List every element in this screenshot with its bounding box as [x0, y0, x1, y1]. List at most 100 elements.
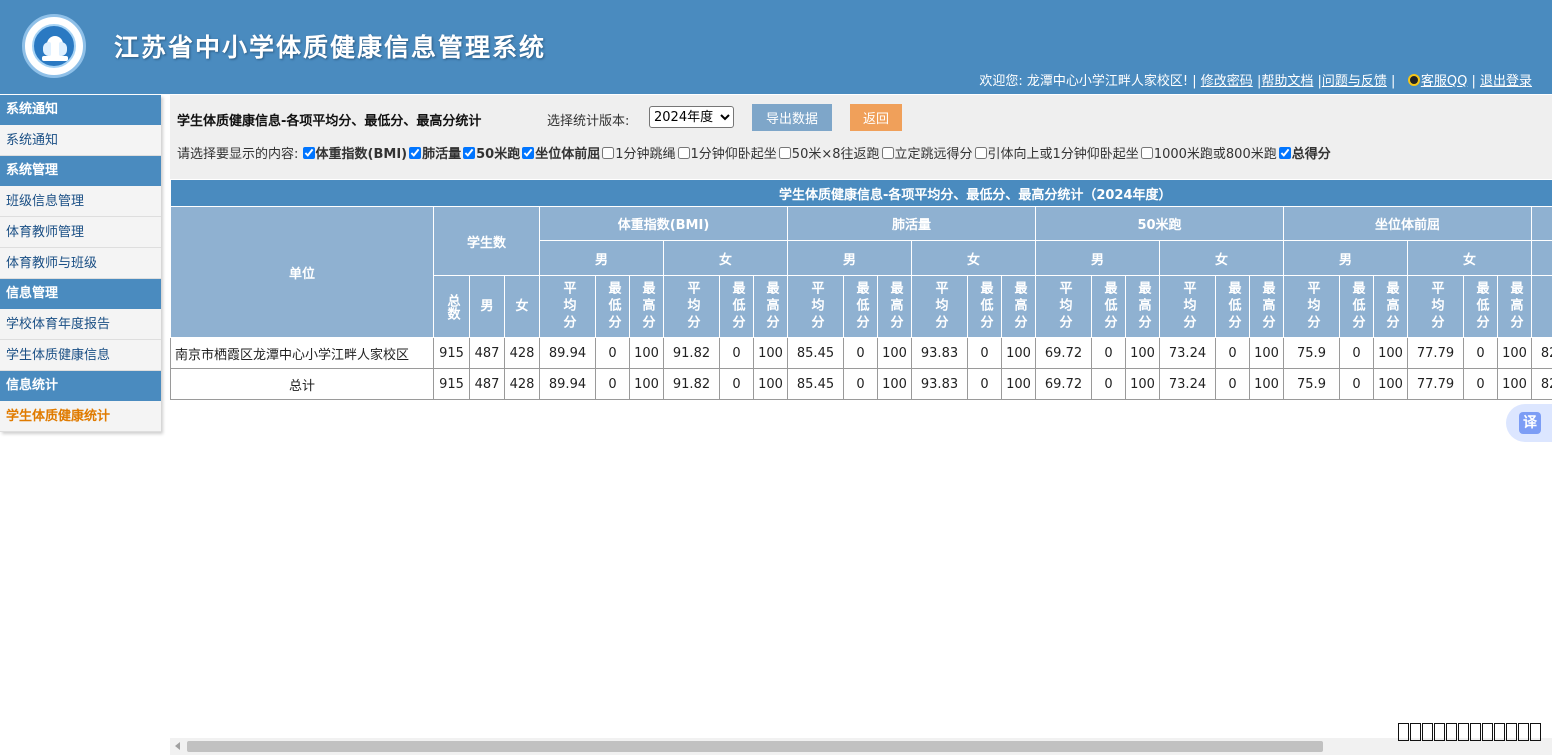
- site-title: 江苏省中小学体质健康信息管理系统: [114, 33, 547, 62]
- option-checkbox[interactable]: [1140, 147, 1153, 159]
- change-password-link[interactable]: 修改密码: [1201, 74, 1253, 89]
- value-cell: 100: [1001, 368, 1036, 400]
- option-3[interactable]: 坐位体前屈: [522, 143, 600, 162]
- sidebar-item-student-health[interactable]: 学生体质健康信息: [0, 340, 161, 371]
- value-cell: 100: [1373, 368, 1408, 400]
- metric-header: 最高分: [1001, 275, 1036, 338]
- option-2[interactable]: 50米跑: [463, 143, 520, 162]
- gender-header: 男: [1283, 240, 1408, 276]
- option-checkbox[interactable]: [302, 147, 315, 159]
- value-cell: 82.57: [1531, 337, 1552, 369]
- metric-header: 最低分: [595, 275, 630, 338]
- help-docs-link[interactable]: 帮助文档: [1261, 74, 1313, 89]
- gender-header: 男: [1531, 240, 1552, 276]
- sidebar-item-pe-teachers[interactable]: 体育教师管理: [0, 217, 161, 248]
- gender-header: 男: [1035, 240, 1160, 276]
- horizontal-scrollbar[interactable]: [170, 738, 1552, 755]
- sidebar-group-stats[interactable]: 信息统计: [0, 371, 161, 401]
- sidebar-group-notice[interactable]: 系统通知: [0, 95, 161, 125]
- metric-header: 平均分: [911, 275, 968, 338]
- option-label: 体重指数(BMI): [315, 147, 408, 162]
- metric-header: 最高分: [629, 275, 664, 338]
- sidebar-item-system-notice[interactable]: 系统通知: [0, 125, 161, 156]
- option-10[interactable]: 总得分: [1278, 143, 1331, 162]
- count-subheader: 总数: [433, 275, 470, 338]
- value-cell: 93.83: [911, 337, 968, 369]
- option-checkbox[interactable]: [522, 147, 535, 159]
- gender-header: 男: [539, 240, 664, 276]
- scroll-left-icon[interactable]: [175, 742, 180, 750]
- logout-link[interactable]: 退出登录: [1480, 74, 1532, 89]
- option-checkbox[interactable]: [409, 147, 422, 159]
- missing-glyph-boxes: [1398, 723, 1542, 745]
- group-header: 50米跑: [1035, 206, 1284, 241]
- metric-header: 最低分: [1463, 275, 1498, 338]
- value-cell: 0: [1215, 368, 1250, 400]
- metric-header: 平均分: [539, 275, 596, 338]
- version-select[interactable]: 2024年度: [649, 106, 734, 128]
- option-checkbox[interactable]: [778, 147, 791, 159]
- value-cell: 91.82: [663, 368, 720, 400]
- metric-header: 最低分: [1091, 275, 1126, 338]
- option-7[interactable]: 立定跳远得分: [881, 143, 973, 162]
- option-0[interactable]: 体重指数(BMI): [302, 143, 408, 162]
- main-content: 学生体质健康信息-各项平均分、最低分、最高分统计 选择统计版本: 2024年度 …: [170, 95, 1552, 740]
- value-cell: 77.79: [1407, 368, 1464, 400]
- option-checkbox[interactable]: [463, 147, 476, 159]
- sidebar-group-system[interactable]: 系统管理: [0, 156, 161, 186]
- back-button[interactable]: 返回: [850, 104, 902, 131]
- value-cell: 77.79: [1407, 337, 1464, 369]
- value-cell: 0: [719, 337, 754, 369]
- metric-header: 平均分: [1159, 275, 1216, 338]
- value-cell: 100: [1125, 368, 1160, 400]
- option-6[interactable]: 50米×8往返跑: [778, 143, 880, 162]
- school-emblem-icon: [22, 14, 86, 78]
- option-5[interactable]: 1分钟仰卧起坐: [677, 143, 777, 162]
- sidebar-item-teacher-class[interactable]: 体育教师与班级: [0, 248, 161, 279]
- export-data-button[interactable]: 导出数据: [752, 104, 832, 131]
- value-cell: 100: [1497, 337, 1532, 369]
- scrollbar-thumb[interactable]: [187, 741, 1323, 752]
- option-8[interactable]: 引体向上或1分钟仰卧起坐: [974, 143, 1139, 162]
- feedback-link[interactable]: 问题与反馈: [1322, 74, 1387, 89]
- translate-icon: 译: [1519, 412, 1541, 434]
- option-label: 肺活量: [422, 147, 462, 162]
- sidebar-item-annual-report[interactable]: 学校体育年度报告: [0, 309, 161, 340]
- value-cell: 100: [629, 368, 664, 400]
- value-cell: 0: [719, 368, 754, 400]
- table-row: 总计 915 487 428 89.94 0 100 91.82 0 100 85.45 0 100 93…: [170, 368, 1552, 400]
- stats-table: 学生体质健康信息-各项平均分、最低分、最高分统计（2024年度） 单位 学生数 体重指…: [170, 179, 1552, 400]
- option-checkbox[interactable]: [1278, 147, 1291, 159]
- option-1[interactable]: 肺活量: [409, 143, 461, 162]
- value-cell: 100: [629, 337, 664, 369]
- value-cell: 0: [595, 337, 630, 369]
- qq-icon[interactable]: [1407, 74, 1420, 86]
- option-checkbox[interactable]: [974, 147, 987, 159]
- value-cell: 85.45: [787, 368, 844, 400]
- display-options: 请选择要显示的内容: 体重指数(BMI) 肺活量 50米跑 坐位体前屈 1分钟跳绳 1分钟…: [177, 143, 1333, 162]
- sidebar-item-class-info[interactable]: 班级信息管理: [0, 186, 161, 217]
- option-4[interactable]: 1分钟跳绳: [602, 143, 676, 162]
- gender-header: 男: [787, 240, 912, 276]
- options-label: 请选择要显示的内容:: [177, 147, 299, 162]
- sidebar-item-health-stats[interactable]: 学生体质健康统计: [0, 401, 161, 432]
- option-checkbox[interactable]: [677, 147, 690, 159]
- option-9[interactable]: 1000米跑或800米跑: [1140, 143, 1277, 162]
- value-cell: 0: [595, 368, 630, 400]
- value-cell: 73.24: [1159, 337, 1216, 369]
- option-checkbox[interactable]: [602, 147, 615, 159]
- value-cell: 100: [1001, 337, 1036, 369]
- table-caption: 学生体质健康信息-各项平均分、最低分、最高分统计（2024年度）: [170, 179, 1552, 207]
- value-cell: 0: [967, 337, 1002, 369]
- gender-header: 女: [1159, 240, 1284, 276]
- option-label: 总得分: [1291, 147, 1331, 162]
- translate-button[interactable]: 译: [1506, 404, 1552, 442]
- value-cell: 73.24: [1159, 368, 1216, 400]
- option-checkbox[interactable]: [881, 147, 894, 159]
- value-cell: 100: [1249, 368, 1284, 400]
- sidebar-group-info[interactable]: 信息管理: [0, 279, 161, 309]
- metric-header: 最低分: [843, 275, 878, 338]
- service-qq-link[interactable]: 客服QQ: [1421, 74, 1467, 89]
- value-cell: 69.72: [1035, 337, 1092, 369]
- metric-header: 最低分: [719, 275, 754, 338]
